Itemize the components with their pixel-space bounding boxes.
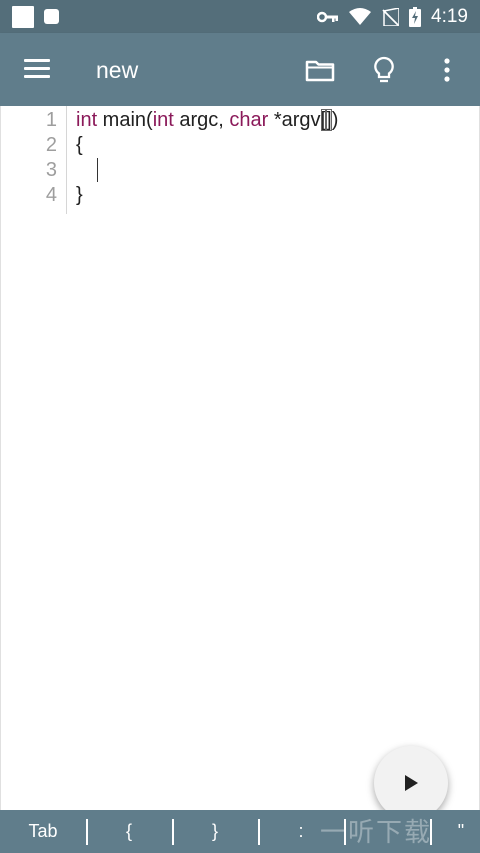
code-line[interactable]: { (76, 133, 83, 158)
app-bar: new (0, 33, 480, 106)
status-bar: 4:19 (0, 0, 480, 33)
keyword: char (229, 109, 269, 131)
code-text: *argv (268, 109, 321, 131)
line-number: 2 (45, 134, 57, 156)
vpn-key-icon (317, 11, 339, 22)
wifi-icon (349, 7, 372, 25)
play-icon (405, 775, 418, 791)
text-cursor (97, 158, 98, 182)
notification-square-icon (12, 5, 34, 28)
status-time: 4:19 (431, 5, 468, 27)
keyword: int (152, 109, 174, 131)
no-sim-icon (382, 7, 400, 26)
symbol-key-open-brace[interactable]: { (100, 810, 158, 853)
more-vert-icon[interactable] (434, 55, 460, 85)
keyword: int (76, 109, 98, 131)
code-line[interactable]: int main(int argc, char *argv[]) (76, 108, 338, 133)
folder-icon[interactable] (305, 55, 335, 85)
line-number-gutter: 1 2 3 4 (1, 106, 67, 214)
code-editor[interactable]: 1 2 3 4 int main(int argc, char *argv[])… (0, 106, 480, 810)
notification-small-icon (44, 9, 59, 24)
symbol-key-close-brace[interactable]: } (186, 810, 244, 853)
symbol-key-tab[interactable]: Tab (14, 810, 72, 853)
line-number: 1 (45, 109, 57, 131)
symbol-divider (172, 819, 174, 845)
symbol-key-quote[interactable]: " (446, 810, 476, 853)
battery-charging-icon (409, 6, 422, 27)
run-button[interactable] (374, 746, 448, 820)
symbol-divider (258, 819, 260, 845)
file-title: new (96, 57, 139, 83)
code-text: ) (331, 109, 339, 131)
menu-icon[interactable] (24, 59, 50, 79)
code-text: main( (97, 109, 153, 131)
watermark: 一听下载 (320, 817, 433, 847)
symbol-divider (86, 819, 88, 845)
code-line[interactable]: } (76, 183, 83, 208)
line-number: 3 (45, 159, 57, 181)
code-text: argc, (173, 109, 230, 131)
lightbulb-icon[interactable] (369, 55, 399, 85)
line-number: 4 (45, 184, 57, 206)
